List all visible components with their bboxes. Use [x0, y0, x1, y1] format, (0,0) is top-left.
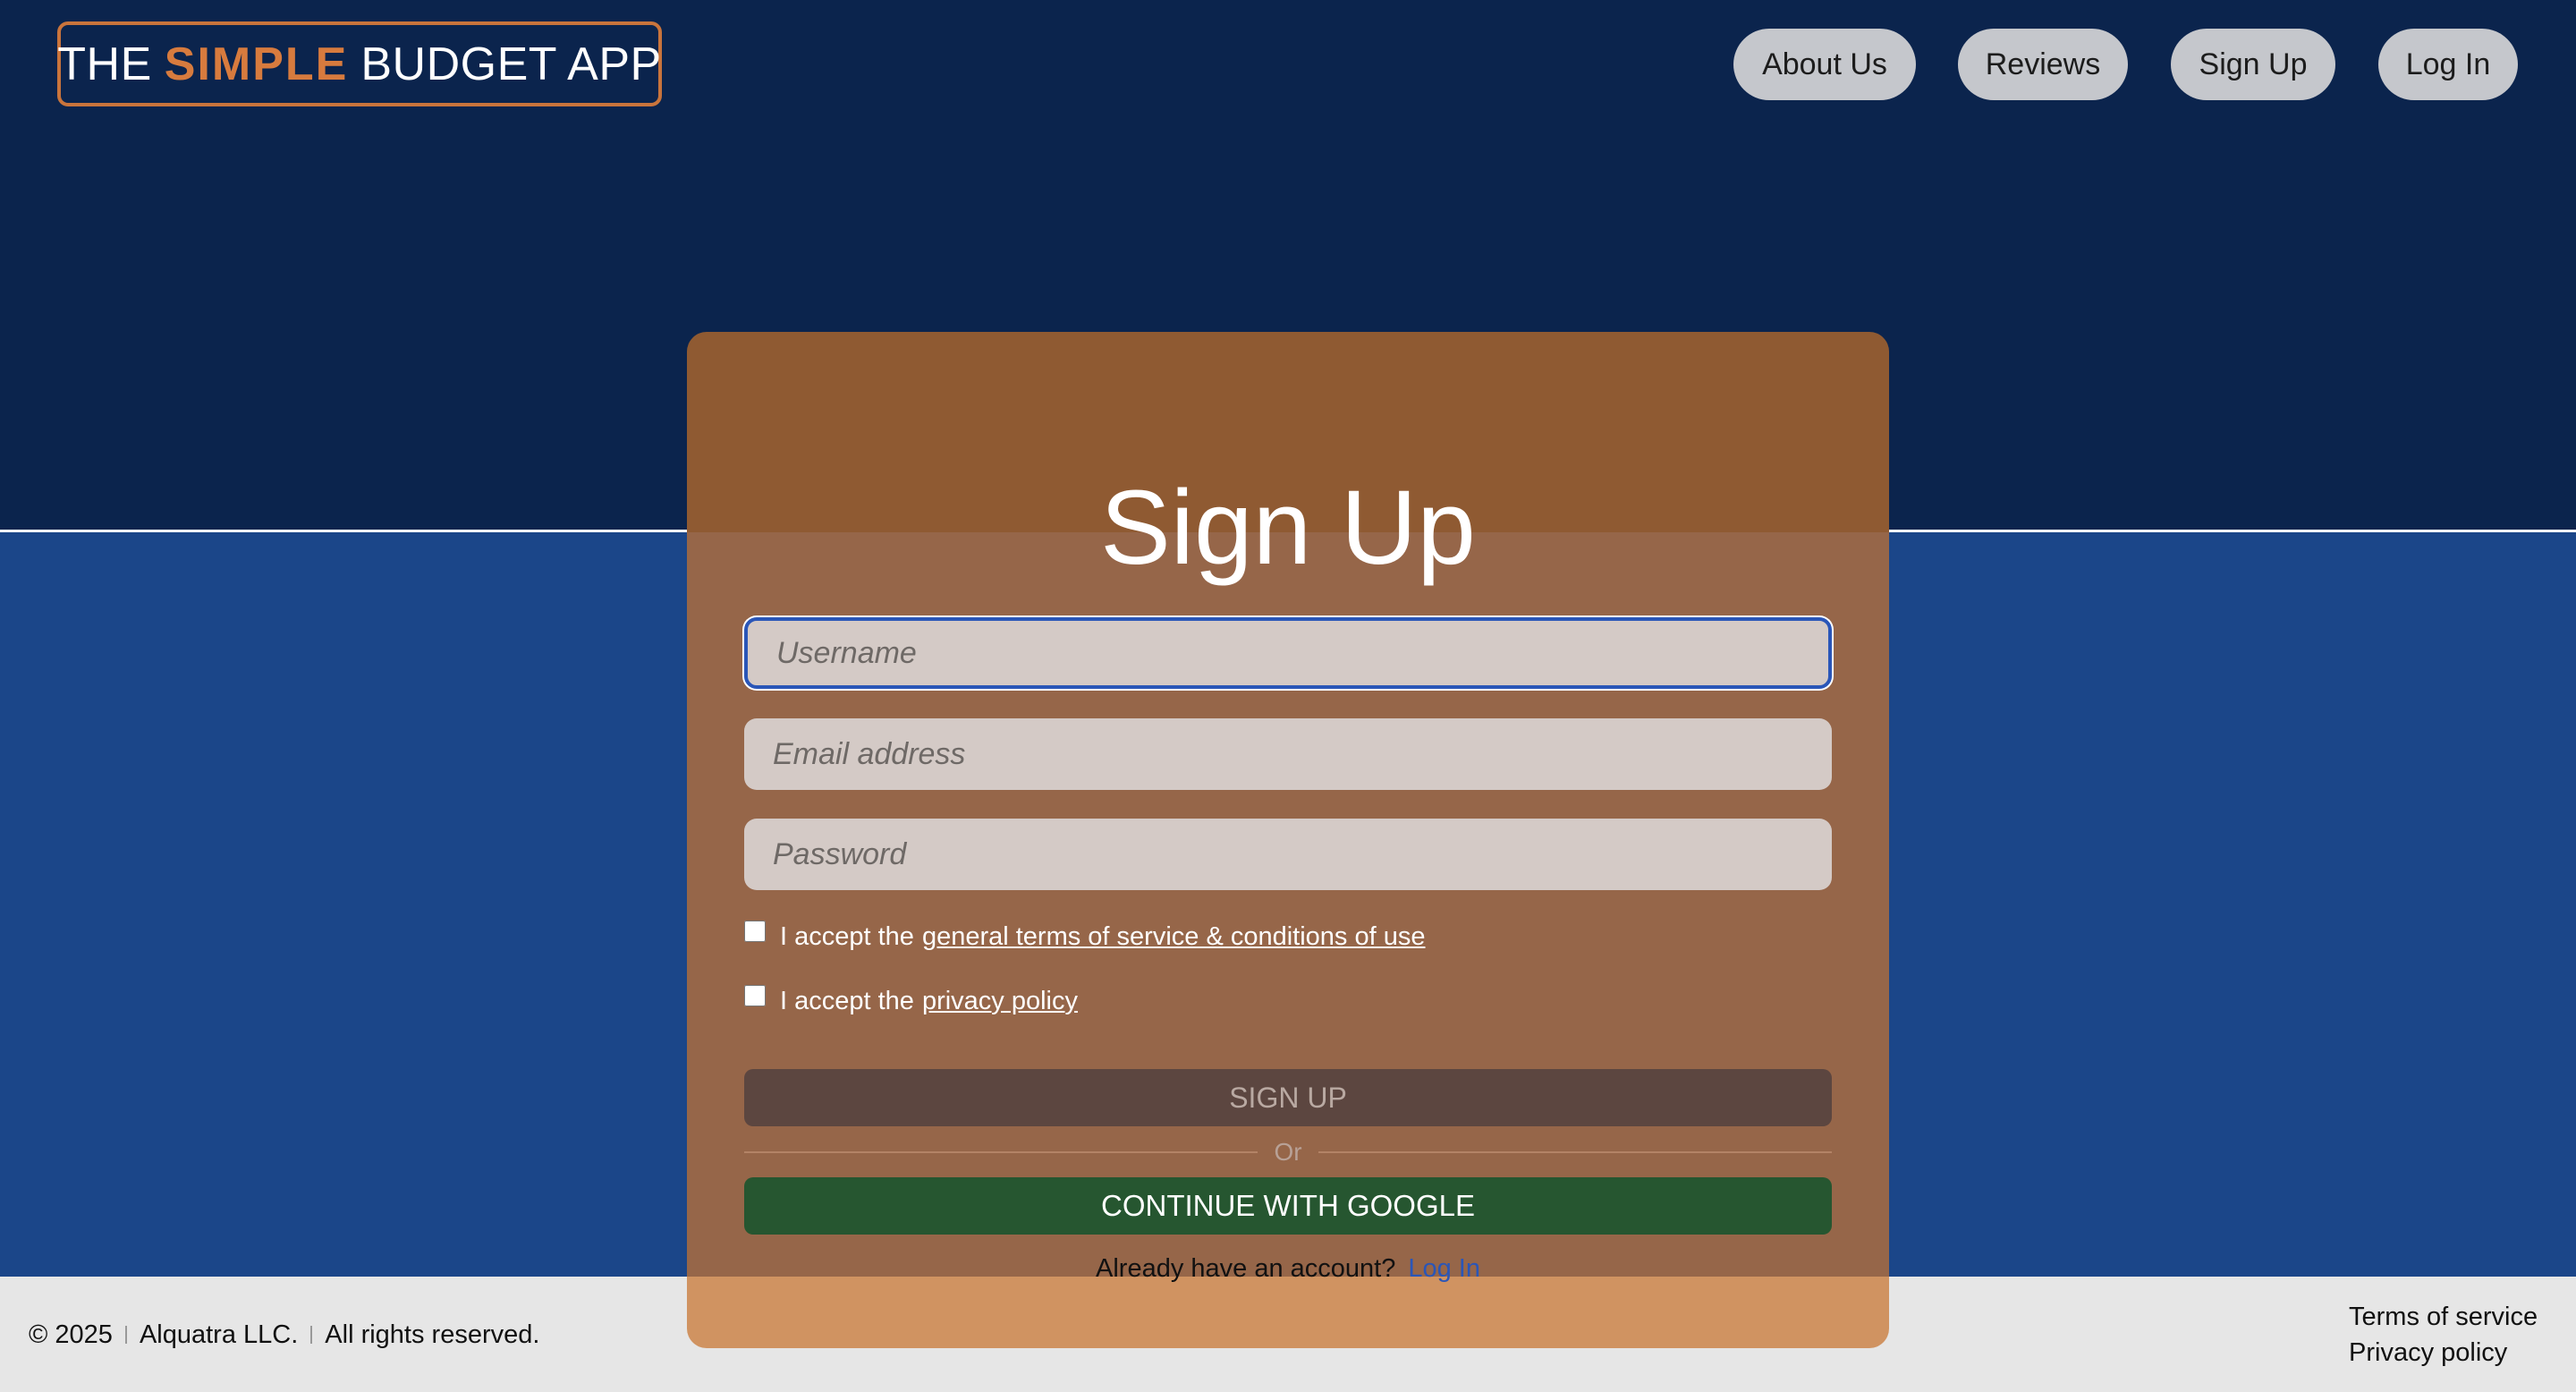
footer-links: Terms of service Privacy policy: [2349, 1299, 2538, 1371]
copyright-rights: All rights reserved.: [325, 1320, 540, 1349]
page-title: Sign Up: [1100, 469, 1476, 587]
logo-prefix: THE: [57, 38, 152, 90]
footer-privacy-link[interactable]: Privacy policy: [2349, 1335, 2538, 1371]
nav-log-in-button[interactable]: Log In: [2378, 29, 2518, 100]
footer-separator: [124, 1326, 127, 1344]
footer-terms-link[interactable]: Terms of service: [2349, 1299, 2538, 1335]
nav-about-us-button[interactable]: About Us: [1733, 29, 1916, 100]
or-line-right: [1318, 1151, 1833, 1153]
or-divider: Or: [744, 1134, 1833, 1170]
already-text: Already have an account?: [1096, 1254, 1396, 1283]
privacy-row: I accept the privacy policy: [744, 983, 1078, 1019]
logo-suffix: BUDGET APP: [360, 38, 662, 90]
app-logo[interactable]: THE SIMPLE BUDGET APP: [57, 21, 662, 106]
sign-up-button[interactable]: SIGN UP: [744, 1069, 1832, 1126]
privacy-link[interactable]: privacy policy: [922, 987, 1078, 1016]
password-input[interactable]: [744, 819, 1832, 890]
username-input[interactable]: [744, 617, 1832, 689]
terms-row: I accept the general terms of service & …: [744, 919, 1426, 955]
terms-link[interactable]: general terms of service & conditions of…: [922, 922, 1426, 952]
copyright: © 2025 Alquatra LLC. All rights reserved…: [29, 1317, 539, 1353]
email-input[interactable]: [744, 718, 1832, 790]
nav-sign-up-button[interactable]: Sign Up: [2171, 29, 2335, 100]
title-gap-left: [0, 528, 1059, 535]
nav-reviews-button[interactable]: Reviews: [1958, 29, 2128, 100]
log-in-link[interactable]: Log In: [1408, 1254, 1480, 1283]
terms-text: I accept the: [780, 921, 914, 951]
privacy-checkbox[interactable]: [744, 985, 766, 1006]
copyright-year: © 2025: [29, 1320, 113, 1349]
already-have-account: Already have an account? Log In: [744, 1254, 1832, 1290]
copyright-company: Alquatra LLC.: [139, 1320, 299, 1349]
terms-checkbox[interactable]: [744, 921, 766, 942]
continue-with-google-button[interactable]: CONTINUE WITH GOOGLE: [744, 1177, 1832, 1235]
privacy-text: I accept the: [780, 986, 914, 1015]
footer-separator: [310, 1326, 313, 1344]
or-line-left: [744, 1151, 1258, 1153]
or-label: Or: [1274, 1138, 1302, 1166]
logo-accent: SIMPLE: [164, 38, 349, 90]
